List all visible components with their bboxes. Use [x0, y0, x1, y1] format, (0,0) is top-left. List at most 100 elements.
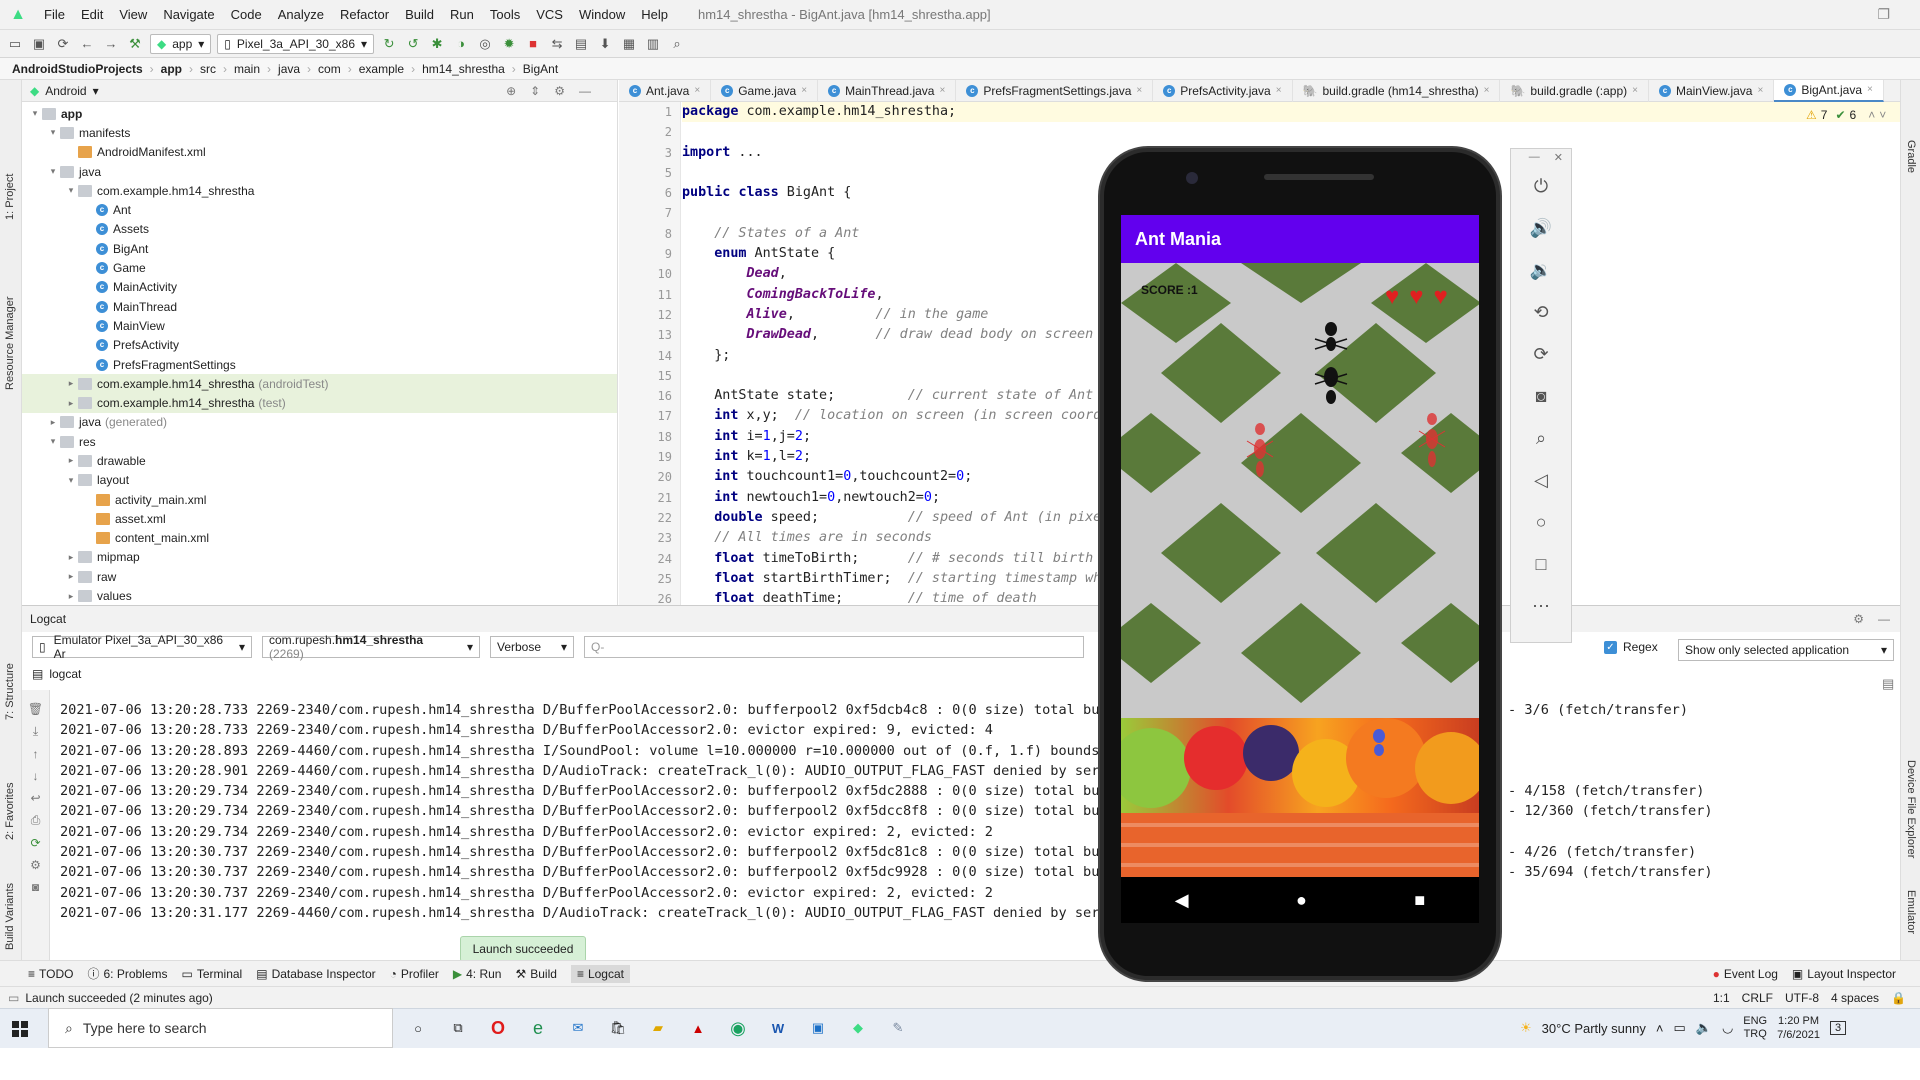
expand-arrow-icon[interactable]: ▸: [64, 455, 78, 466]
breadcrumb-item[interactable]: BigAnt: [523, 62, 558, 76]
expand-arrow-icon[interactable]: ▸: [46, 417, 60, 428]
menu-vcs[interactable]: VCS: [528, 0, 571, 30]
layout-inspector-button[interactable]: ▣ Layout Inspector: [1792, 967, 1896, 981]
clear-log-icon[interactable]: 🗑: [28, 702, 43, 716]
forward-arrow-icon[interactable]: →: [102, 35, 120, 53]
tree-item[interactable]: c PrefsFragmentSettings: [22, 355, 617, 374]
run-config-select[interactable]: ◆ app ▾: [150, 33, 212, 54]
scroll-to-end-icon[interactable]: ⤓: [33, 724, 38, 739]
debug-icon[interactable]: ✱: [428, 35, 446, 53]
emulator-screen[interactable]: Ant Mania SCORE :1 ♥ ♥ ♥: [1121, 215, 1479, 877]
tree-item[interactable]: c MainActivity: [22, 278, 617, 297]
logcat-search-input[interactable]: Q-: [584, 636, 1084, 658]
close-icon[interactable]: ×: [939, 85, 945, 96]
android-studio-icon[interactable]: ◆: [838, 1008, 878, 1048]
menu-window[interactable]: Window: [571, 0, 633, 30]
search-icon[interactable]: ⌕: [668, 35, 686, 53]
chevron-down-icon[interactable]: ˅: [1879, 108, 1886, 122]
device-select[interactable]: ▯ Pixel_3a_API_30_x86 ▾: [217, 33, 375, 54]
project-tool-button[interactable]: 1: Project: [4, 174, 16, 220]
lock-icon[interactable]: 🔒: [1891, 991, 1906, 1005]
tree-item[interactable]: c PrefsActivity: [22, 336, 617, 355]
notification-badge[interactable]: 3: [1829, 1021, 1847, 1035]
process-select[interactable]: com.rupesh.hm14_shrestha (2269) ▾: [262, 633, 480, 661]
back-icon[interactable]: ◁: [1511, 459, 1571, 501]
power-icon[interactable]: ⏻: [1511, 165, 1571, 207]
close-icon[interactable]: ×: [1867, 84, 1873, 95]
menu-run[interactable]: Run: [442, 0, 482, 30]
expand-arrow-icon[interactable]: ▸: [64, 552, 78, 563]
breadcrumb-item[interactable]: AndroidStudioProjects: [12, 62, 143, 76]
menu-tools[interactable]: Tools: [482, 0, 528, 30]
sdk-manager-icon[interactable]: ⬇: [596, 35, 614, 53]
battery-icon[interactable]: ▭: [1673, 1020, 1685, 1036]
emulator-app-icon[interactable]: ✎: [878, 1008, 918, 1048]
expand-arrow-icon[interactable]: ▸: [64, 378, 78, 389]
coverage-icon[interactable]: ◑: [452, 35, 470, 53]
tree-item[interactable]: c MainView: [22, 316, 617, 335]
tree-item[interactable]: AndroidManifest.xml: [22, 143, 617, 162]
breadcrumb-item[interactable]: main: [234, 62, 260, 76]
menu-analyze[interactable]: Analyze: [270, 0, 332, 30]
tree-item[interactable]: ▾ layout: [22, 471, 617, 490]
opera-icon[interactable]: O: [478, 1008, 518, 1048]
resource-manager-tool-button[interactable]: Resource Manager: [4, 296, 16, 390]
menu-file[interactable]: File: [36, 0, 73, 30]
tab-prefsactivity-java[interactable]: c PrefsActivity.java ×: [1153, 79, 1293, 102]
home-nav-icon[interactable]: ●: [1296, 890, 1307, 911]
expand-arrow-icon[interactable]: ▾: [64, 185, 78, 196]
red-ant-left[interactable]: [1245, 421, 1275, 481]
tree-item[interactable]: ▸ java (generated): [22, 413, 617, 432]
weather-text[interactable]: 30°C Partly sunny: [1542, 1021, 1646, 1036]
logcat-panel-actions[interactable]: ⚙—: [1853, 612, 1904, 626]
up-arrow-icon[interactable]: ↑: [33, 747, 39, 761]
soft-wrap-icon[interactable]: ▤: [1882, 676, 1894, 692]
stop-icon[interactable]: ■: [524, 35, 542, 53]
rotate-right-icon[interactable]: ⟳: [1511, 333, 1571, 375]
app-icon[interactable]: ▣: [798, 1008, 838, 1048]
overview-icon[interactable]: □: [1511, 543, 1571, 585]
volume-down-icon[interactable]: 🔉: [1511, 249, 1571, 291]
apply-changes-icon[interactable]: ↻: [380, 35, 398, 53]
menu-view[interactable]: View: [111, 0, 155, 30]
checkbox-checked-icon[interactable]: ✓: [1604, 640, 1617, 654]
expand-arrow-icon[interactable]: ▾: [46, 127, 60, 138]
big-ant-black[interactable]: [1311, 319, 1351, 409]
menu-edit[interactable]: Edit: [73, 0, 111, 30]
close-icon[interactable]: ×: [1136, 85, 1142, 96]
breadcrumb-item[interactable]: app: [161, 62, 182, 76]
file-explorer-icon[interactable]: ▰: [638, 1008, 678, 1048]
network-icon[interactable]: ◡: [1722, 1020, 1733, 1036]
restart-icon[interactable]: ⟳: [30, 836, 40, 850]
caret-position[interactable]: 1:1: [1713, 991, 1730, 1005]
chevron-down-icon[interactable]: ▾: [93, 84, 99, 98]
tree-item[interactable]: ▸ raw: [22, 567, 617, 586]
volume-up-icon[interactable]: 🔊: [1511, 207, 1571, 249]
todo-tool-button[interactable]: ≡ TODO: [28, 967, 73, 981]
emulator-tool-button[interactable]: Emulator: [1905, 890, 1917, 934]
tree-item[interactable]: c Ant: [22, 200, 617, 219]
regex-toggle[interactable]: ✓ Regex: [1604, 640, 1658, 654]
close-icon[interactable]: ✕: [1554, 151, 1563, 164]
expand-arrow-icon[interactable]: ▸: [64, 571, 78, 582]
menu-refactor[interactable]: Refactor: [332, 0, 397, 30]
word-icon[interactable]: W: [758, 1008, 798, 1048]
camera-icon[interactable]: ◙: [32, 880, 39, 894]
taskbar-search-input[interactable]: ⌕ Type here to search: [48, 1008, 393, 1048]
apply-code-changes-icon[interactable]: ↺: [404, 35, 422, 53]
logcat-filter-select[interactable]: Show only selected application ▾: [1678, 639, 1894, 661]
zoom-icon[interactable]: ⌕: [1511, 417, 1571, 459]
expand-arrow-icon[interactable]: ▸: [64, 398, 78, 409]
tab-build-gradle-app[interactable]: 🐘 build.gradle (:app) ×: [1500, 79, 1649, 102]
problems-tool-button[interactable]: ⓘ 6: Problems: [87, 965, 167, 982]
sync-icon[interactable]: ⟳: [54, 35, 72, 53]
tab-mainview-java[interactable]: c MainView.java ×: [1649, 79, 1775, 102]
tree-item[interactable]: c MainThread: [22, 297, 617, 316]
acrobat-icon[interactable]: ▲: [678, 1008, 718, 1048]
project-structure-icon[interactable]: ▦: [620, 35, 638, 53]
log-level-select[interactable]: Verbose ▾: [490, 636, 574, 658]
print-icon[interactable]: ⎙: [31, 813, 41, 828]
build-variants-tool-button[interactable]: Build Variants: [4, 883, 16, 950]
line-separator[interactable]: CRLF: [1742, 991, 1773, 1005]
chevron-up-icon[interactable]: ˄: [1656, 1021, 1664, 1036]
